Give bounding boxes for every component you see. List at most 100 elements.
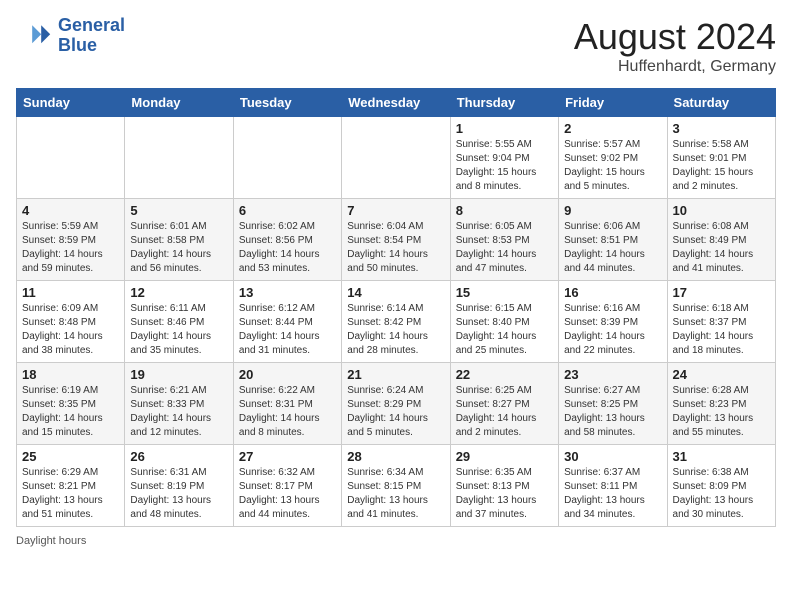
day-info: Sunrise: 6:02 AM Sunset: 8:56 PM Dayligh… bbox=[239, 220, 336, 276]
logo-line1: General bbox=[58, 16, 125, 36]
day-info: Sunrise: 6:14 AM Sunset: 8:42 PM Dayligh… bbox=[347, 302, 444, 358]
daylight-label: Daylight hours bbox=[16, 535, 86, 547]
day-number: 28 bbox=[347, 449, 444, 464]
day-number: 9 bbox=[564, 203, 661, 218]
calendar-cell: 7 Sunrise: 6:04 AM Sunset: 8:54 PM Daylig… bbox=[342, 199, 450, 281]
day-number: 4 bbox=[22, 203, 119, 218]
calendar-cell: 31Sunrise: 6:38 AM Sunset: 8:09 PM Dayli… bbox=[667, 445, 775, 527]
day-info: Sunrise: 6:01 AM Sunset: 8:58 PM Dayligh… bbox=[130, 220, 227, 276]
weekday-header-saturday: Saturday bbox=[667, 89, 775, 117]
logo-line2: Blue bbox=[58, 36, 125, 56]
day-number: 13 bbox=[239, 285, 336, 300]
calendar-cell bbox=[125, 117, 233, 199]
day-number: 6 bbox=[239, 203, 336, 218]
day-info: Sunrise: 6:37 AM Sunset: 8:11 PM Dayligh… bbox=[564, 466, 661, 522]
calendar-cell: 19 Sunrise: 6:21 AM Sunset: 8:33 PM Dayli… bbox=[125, 363, 233, 445]
day-number: 7 bbox=[347, 203, 444, 218]
day-number: 8 bbox=[456, 203, 553, 218]
month-year: August 2024 bbox=[574, 16, 776, 58]
day-number: 30 bbox=[564, 449, 661, 464]
day-number: 20 bbox=[239, 367, 336, 382]
calendar-cell: 4 Sunrise: 5:59 AM Sunset: 8:59 PM Daylig… bbox=[17, 199, 125, 281]
calendar-cell: 8 Sunrise: 6:05 AM Sunset: 8:53 PM Daylig… bbox=[450, 199, 558, 281]
calendar-table: SundayMondayTuesdayWednesdayThursdayFrid… bbox=[16, 88, 776, 527]
location: Huffenhardt, Germany bbox=[574, 58, 776, 76]
day-number: 22 bbox=[456, 367, 553, 382]
calendar-cell: 25 Sunrise: 6:29 AM Sunset: 8:21 PM Dayli… bbox=[17, 445, 125, 527]
page-header: General Blue August 2024 Huffenhardt, Ge… bbox=[16, 16, 776, 76]
day-info: Sunrise: 5:59 AM Sunset: 8:59 PM Dayligh… bbox=[22, 220, 119, 276]
day-info: Sunrise: 6:08 AM Sunset: 8:49 PM Dayligh… bbox=[673, 220, 770, 276]
calendar-cell: 15Sunrise: 6:15 AM Sunset: 8:40 PM Dayli… bbox=[450, 281, 558, 363]
weekday-header-sunday: Sunday bbox=[17, 89, 125, 117]
day-number: 26 bbox=[130, 449, 227, 464]
day-info: Sunrise: 6:19 AM Sunset: 8:35 PM Dayligh… bbox=[22, 384, 119, 440]
day-info: Sunrise: 6:31 AM Sunset: 8:19 PM Dayligh… bbox=[130, 466, 227, 522]
weekday-header-thursday: Thursday bbox=[450, 89, 558, 117]
calendar-cell: 16Sunrise: 6:16 AM Sunset: 8:39 PM Dayli… bbox=[559, 281, 667, 363]
calendar-cell: 3 Sunrise: 5:58 AM Sunset: 9:01 PM Daylig… bbox=[667, 117, 775, 199]
day-number: 1 bbox=[456, 121, 553, 136]
day-info: Sunrise: 6:18 AM Sunset: 8:37 PM Dayligh… bbox=[673, 302, 770, 358]
calendar-cell: 17 Sunrise: 6:18 AM Sunset: 8:37 PM Dayli… bbox=[667, 281, 775, 363]
day-info: Sunrise: 6:29 AM Sunset: 8:21 PM Dayligh… bbox=[22, 466, 119, 522]
day-info: Sunrise: 6:25 AM Sunset: 8:27 PM Dayligh… bbox=[456, 384, 553, 440]
day-number: 19 bbox=[130, 367, 227, 382]
weekday-header-wednesday: Wednesday bbox=[342, 89, 450, 117]
day-number: 18 bbox=[22, 367, 119, 382]
calendar-cell: 30 Sunrise: 6:37 AM Sunset: 8:11 PM Dayli… bbox=[559, 445, 667, 527]
logo-icon bbox=[16, 18, 52, 54]
day-info: Sunrise: 5:58 AM Sunset: 9:01 PM Dayligh… bbox=[673, 138, 770, 194]
day-number: 14 bbox=[347, 285, 444, 300]
calendar-cell: 10 Sunrise: 6:08 AM Sunset: 8:49 PM Dayli… bbox=[667, 199, 775, 281]
day-info: Sunrise: 5:57 AM Sunset: 9:02 PM Dayligh… bbox=[564, 138, 661, 194]
day-number: 10 bbox=[673, 203, 770, 218]
day-number: 5 bbox=[130, 203, 227, 218]
day-info: Sunrise: 6:12 AM Sunset: 8:44 PM Dayligh… bbox=[239, 302, 336, 358]
day-info: Sunrise: 6:04 AM Sunset: 8:54 PM Dayligh… bbox=[347, 220, 444, 276]
day-number: 12 bbox=[130, 285, 227, 300]
day-info: Sunrise: 6:27 AM Sunset: 8:25 PM Dayligh… bbox=[564, 384, 661, 440]
day-number: 11 bbox=[22, 285, 119, 300]
day-info: Sunrise: 6:05 AM Sunset: 8:53 PM Dayligh… bbox=[456, 220, 553, 276]
day-info: Sunrise: 6:11 AM Sunset: 8:46 PM Dayligh… bbox=[130, 302, 227, 358]
day-number: 29 bbox=[456, 449, 553, 464]
calendar-cell: 23 Sunrise: 6:27 AM Sunset: 8:25 PM Dayli… bbox=[559, 363, 667, 445]
day-info: Sunrise: 6:38 AM Sunset: 8:09 PM Dayligh… bbox=[673, 466, 770, 522]
calendar-cell: 24Sunrise: 6:28 AM Sunset: 8:23 PM Dayli… bbox=[667, 363, 775, 445]
calendar-cell: 13 Sunrise: 6:12 AM Sunset: 8:44 PM Dayli… bbox=[233, 281, 341, 363]
day-info: Sunrise: 6:09 AM Sunset: 8:48 PM Dayligh… bbox=[22, 302, 119, 358]
weekday-header-monday: Monday bbox=[125, 89, 233, 117]
calendar-cell bbox=[17, 117, 125, 199]
daylight-legend: Daylight hours bbox=[16, 535, 86, 547]
calendar-cell: 22 Sunrise: 6:25 AM Sunset: 8:27 PM Dayli… bbox=[450, 363, 558, 445]
calendar-cell: 26 Sunrise: 6:31 AM Sunset: 8:19 PM Dayli… bbox=[125, 445, 233, 527]
day-number: 17 bbox=[673, 285, 770, 300]
calendar-cell bbox=[233, 117, 341, 199]
day-info: Sunrise: 6:21 AM Sunset: 8:33 PM Dayligh… bbox=[130, 384, 227, 440]
day-number: 23 bbox=[564, 367, 661, 382]
calendar-cell: 27Sunrise: 6:32 AM Sunset: 8:17 PM Dayli… bbox=[233, 445, 341, 527]
day-number: 21 bbox=[347, 367, 444, 382]
day-number: 24 bbox=[673, 367, 770, 382]
title-block: August 2024 Huffenhardt, Germany bbox=[574, 16, 776, 76]
day-number: 15 bbox=[456, 285, 553, 300]
logo: General Blue bbox=[16, 16, 125, 56]
calendar-cell: 18 Sunrise: 6:19 AM Sunset: 8:35 PM Dayli… bbox=[17, 363, 125, 445]
day-info: Sunrise: 6:35 AM Sunset: 8:13 PM Dayligh… bbox=[456, 466, 553, 522]
day-number: 27 bbox=[239, 449, 336, 464]
calendar-cell: 5 Sunrise: 6:01 AM Sunset: 8:58 PM Daylig… bbox=[125, 199, 233, 281]
day-info: Sunrise: 5:55 AM Sunset: 9:04 PM Dayligh… bbox=[456, 138, 553, 194]
day-info: Sunrise: 6:24 AM Sunset: 8:29 PM Dayligh… bbox=[347, 384, 444, 440]
calendar-cell: 9Sunrise: 6:06 AM Sunset: 8:51 PM Daylig… bbox=[559, 199, 667, 281]
day-info: Sunrise: 6:22 AM Sunset: 8:31 PM Dayligh… bbox=[239, 384, 336, 440]
day-number: 3 bbox=[673, 121, 770, 136]
calendar-footer: Daylight hours bbox=[16, 535, 776, 547]
calendar-cell: 14 Sunrise: 6:14 AM Sunset: 8:42 PM Dayli… bbox=[342, 281, 450, 363]
calendar-cell: 1 Sunrise: 5:55 AM Sunset: 9:04 PM Daylig… bbox=[450, 117, 558, 199]
calendar-cell: 28Sunrise: 6:34 AM Sunset: 8:15 PM Dayli… bbox=[342, 445, 450, 527]
day-number: 2 bbox=[564, 121, 661, 136]
day-number: 25 bbox=[22, 449, 119, 464]
calendar-cell: 20 Sunrise: 6:22 AM Sunset: 8:31 PM Dayli… bbox=[233, 363, 341, 445]
calendar-cell: 6 Sunrise: 6:02 AM Sunset: 8:56 PM Daylig… bbox=[233, 199, 341, 281]
